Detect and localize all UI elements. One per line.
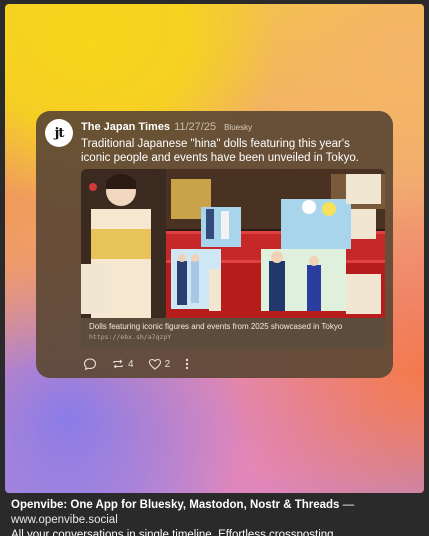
post-date: 11/27/25: [174, 121, 217, 133]
post-actions: 4 2: [83, 357, 204, 371]
more-icon: [185, 358, 189, 370]
like-count: 2: [164, 358, 171, 370]
footer-url[interactable]: www.openvibe.social: [11, 514, 118, 526]
author-name[interactable]: The Japan Times: [81, 121, 170, 133]
embed-caption: Dolls featuring iconic figures and event…: [81, 318, 385, 349]
heart-icon: [148, 358, 161, 370]
embed-image: [81, 169, 385, 318]
embed-title: Dolls featuring iconic figures and event…: [89, 322, 343, 331]
post-text: Traditional Japanese "hina" dolls featur…: [81, 138, 359, 164]
like-button[interactable]: 2: [148, 357, 171, 371]
repost-icon: [113, 359, 123, 369]
more-button[interactable]: [184, 357, 190, 371]
footer-brand: Openvibe: One App for Bluesky, Mastodon,…: [11, 499, 340, 511]
footer-line-1: Openvibe: One App for Bluesky, Mastodon,…: [11, 498, 421, 528]
footer-tagline: All your conversations in single timelin…: [11, 529, 337, 536]
reply-icon: [83, 358, 97, 371]
repost-button[interactable]: 4: [111, 357, 134, 371]
repost-count: 4: [128, 358, 134, 370]
promo-footer: Openvibe: One App for Bluesky, Mastodon,…: [11, 498, 421, 536]
link-embed[interactable]: Dolls featuring iconic figures and event…: [81, 169, 385, 349]
avatar[interactable]: jt: [45, 119, 73, 147]
post-meta: The Japan Times 11/27/25 Bluesky: [81, 121, 252, 135]
footer-separator: —: [339, 499, 355, 511]
platform-label: Bluesky: [224, 123, 253, 132]
post-card[interactable]: jt The Japan Times 11/27/25 Bluesky Trad…: [36, 111, 393, 378]
reply-button[interactable]: [83, 357, 97, 371]
embed-url[interactable]: https://ebx.sh/a7qzpY: [89, 332, 377, 343]
avatar-logo-text: jt: [54, 125, 65, 141]
